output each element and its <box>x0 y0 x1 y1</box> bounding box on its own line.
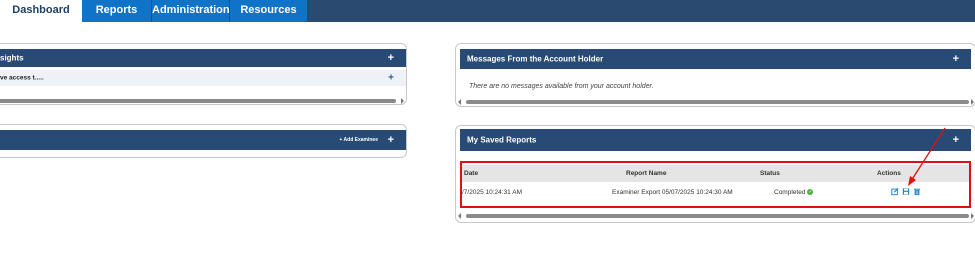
insights-row: ve access t..... + <box>0 70 406 86</box>
annotation-arrow <box>908 127 946 186</box>
examinees-panel: + Add Examinee + <box>0 124 407 158</box>
horizontal-scrollbar[interactable] <box>0 99 396 103</box>
top-nav: Dashboard Reports Administration Resourc… <box>0 0 975 22</box>
scroll-right-icon[interactable] <box>401 98 404 104</box>
add-examinee-button[interactable]: + Add Examinee <box>339 137 378 143</box>
messages-title: Messages From the Account Holder <box>467 54 604 64</box>
expand-plus-icon[interactable]: + <box>388 52 394 64</box>
saved-reports-title: My Saved Reports <box>467 135 537 145</box>
messages-panel: Messages From the Account Holder + There… <box>455 43 975 107</box>
expand-plus-icon[interactable]: + <box>388 134 394 146</box>
tab-resources[interactable]: Resources <box>230 0 308 22</box>
no-messages-text: There are no messages available from you… <box>469 83 654 90</box>
insights-row-text: ve access t..... <box>0 74 44 82</box>
examinees-panel-header: + Add Examinee + <box>0 130 406 150</box>
horizontal-scrollbar[interactable] <box>466 100 969 104</box>
scroll-left-icon[interactable] <box>458 213 461 219</box>
insights-panel: sights + ve access t..... + <box>0 43 407 105</box>
tab-dashboard[interactable]: Dashboard <box>0 0 82 22</box>
expand-plus-icon[interactable]: + <box>953 53 959 65</box>
tab-reports[interactable]: Reports <box>82 0 152 22</box>
insights-title: sights <box>0 53 24 63</box>
horizontal-scrollbar[interactable] <box>466 214 969 218</box>
saved-reports-header: My Saved Reports + <box>460 129 971 151</box>
scroll-right-icon[interactable] <box>971 213 974 219</box>
annotation-highlight-box <box>460 161 971 208</box>
row-plus-icon[interactable]: + <box>388 73 394 84</box>
messages-panel-header: Messages From the Account Holder + <box>460 49 971 69</box>
tab-administration[interactable]: Administration <box>152 0 230 22</box>
scroll-left-icon[interactable] <box>458 99 461 105</box>
scroll-right-icon[interactable] <box>971 99 974 105</box>
insights-panel-header: sights + <box>0 49 406 67</box>
expand-plus-icon[interactable]: + <box>953 134 959 146</box>
